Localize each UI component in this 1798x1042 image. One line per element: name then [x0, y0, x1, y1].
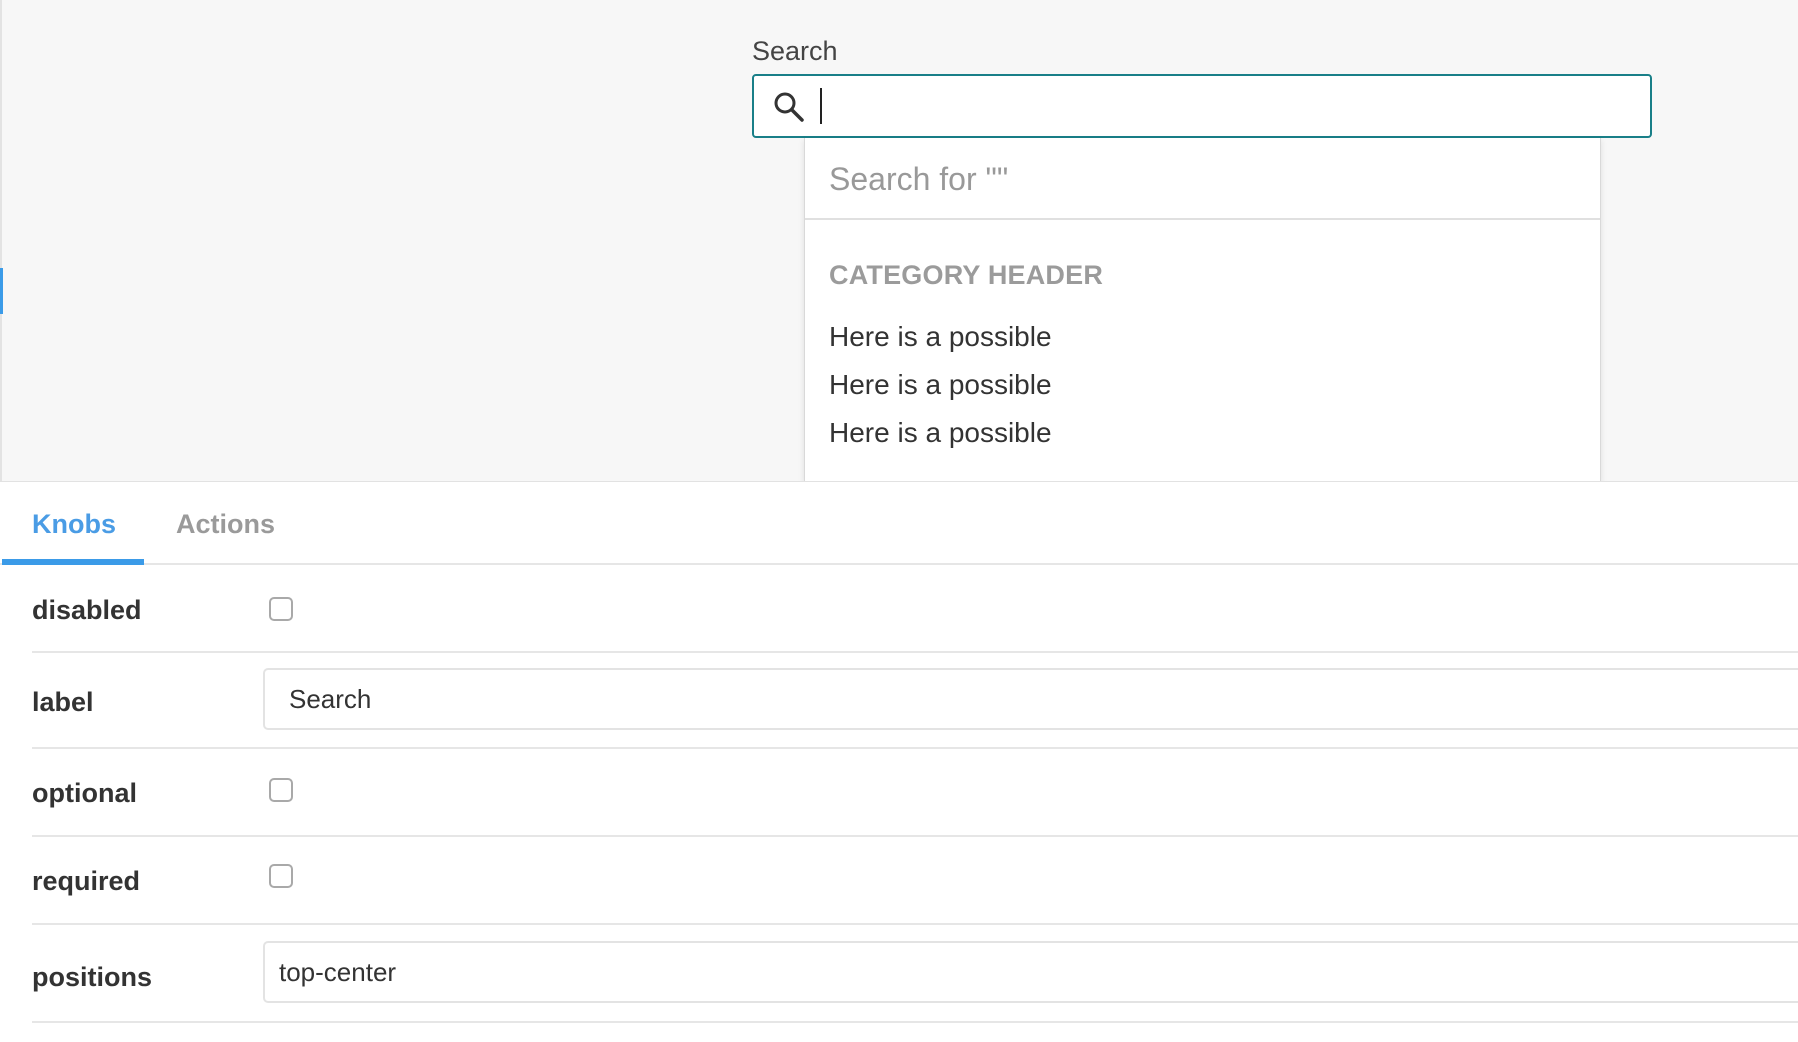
search-label: Search [752, 36, 838, 66]
disabled-checkbox[interactable] [269, 597, 293, 621]
knob-row-optional: optional [32, 749, 1798, 837]
dropdown-option[interactable]: Here is a possible [805, 409, 1600, 457]
knob-row-disabled: disabled [32, 567, 1798, 653]
preview-area: Search Search for "" CATEGORY HEADER Her… [0, 0, 1798, 482]
dropdown-option[interactable]: Here is a possible [805, 361, 1600, 409]
search-dropdown: Search for "" CATEGORY HEADER Here is a … [804, 138, 1601, 481]
optional-checkbox[interactable] [269, 778, 293, 802]
label-text-input[interactable]: Search [263, 668, 1798, 730]
resize-handle[interactable] [0, 268, 3, 314]
tab-knobs[interactable]: Knobs [0, 483, 144, 565]
tab-actions[interactable]: Actions [144, 483, 307, 565]
dropdown-option[interactable]: Here is a possible [805, 313, 1600, 361]
search-input[interactable] [818, 84, 1638, 128]
knob-label: required [32, 866, 141, 896]
storybook-page: Search Search for "" CATEGORY HEADER Her… [0, 0, 1798, 1042]
knob-row-label: label Search [32, 653, 1798, 749]
knob-label: label [32, 687, 94, 717]
active-tab-indicator [2, 559, 144, 565]
search-for-option[interactable]: Search for "" [805, 138, 1600, 220]
knob-row-required: required [32, 837, 1798, 925]
addons-tab-bar: Knobs Actions [0, 483, 1798, 565]
search-icon [772, 90, 806, 124]
knob-label: disabled [32, 595, 142, 625]
knobs-panel: disabled label Search optional required … [0, 567, 1798, 1023]
category-header: CATEGORY HEADER [829, 260, 1104, 290]
knob-label: positions [32, 962, 152, 992]
positions-select[interactable]: top-center [263, 941, 1798, 1003]
required-checkbox[interactable] [269, 864, 293, 888]
preview-divider [0, 0, 2, 481]
text-caret [820, 88, 822, 124]
knob-label: optional [32, 778, 137, 808]
knob-row-positions: positions top-center [32, 925, 1798, 1023]
option-list: Here is a possible Here is a possible He… [805, 313, 1600, 457]
search-field[interactable] [752, 74, 1652, 138]
